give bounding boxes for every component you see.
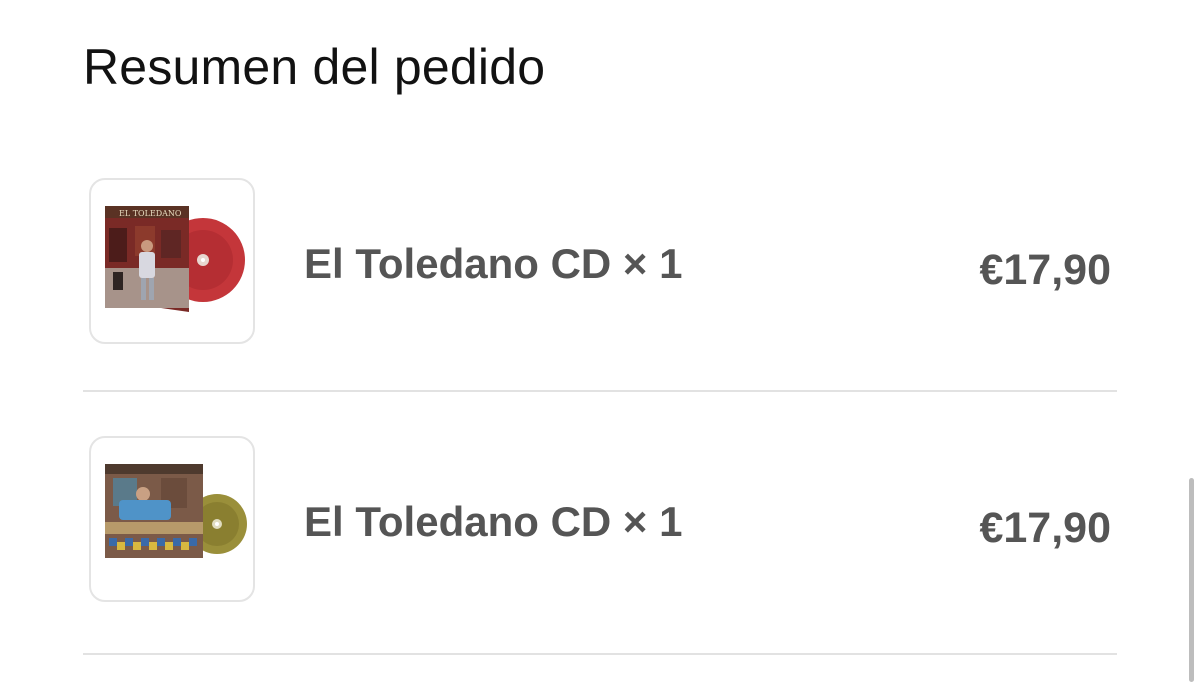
order-summary-list: EL TOLEDANO El Toledano CD × 1 €17,90 El…	[83, 150, 1117, 655]
item-price: €17,90	[979, 246, 1111, 294]
product-thumbnail: EL TOLEDANO	[89, 178, 255, 344]
cd-album-cover-gold-disc-icon	[105, 464, 247, 558]
order-item: El Toledano CD × 1 €17,90	[83, 392, 1117, 655]
cover-title: EL TOLEDANO	[119, 209, 182, 218]
cd-album-cover-red-disc-icon: EL TOLEDANO	[105, 206, 245, 312]
product-thumbnail	[89, 436, 255, 602]
page-title: Resumen del pedido	[83, 39, 546, 95]
scrollbar[interactable]	[1189, 478, 1194, 682]
item-name: El Toledano CD × 1	[304, 240, 683, 287]
item-name: El Toledano CD × 1	[304, 498, 683, 545]
item-price: €17,90	[979, 504, 1111, 552]
order-item: EL TOLEDANO El Toledano CD × 1 €17,90	[83, 150, 1117, 392]
